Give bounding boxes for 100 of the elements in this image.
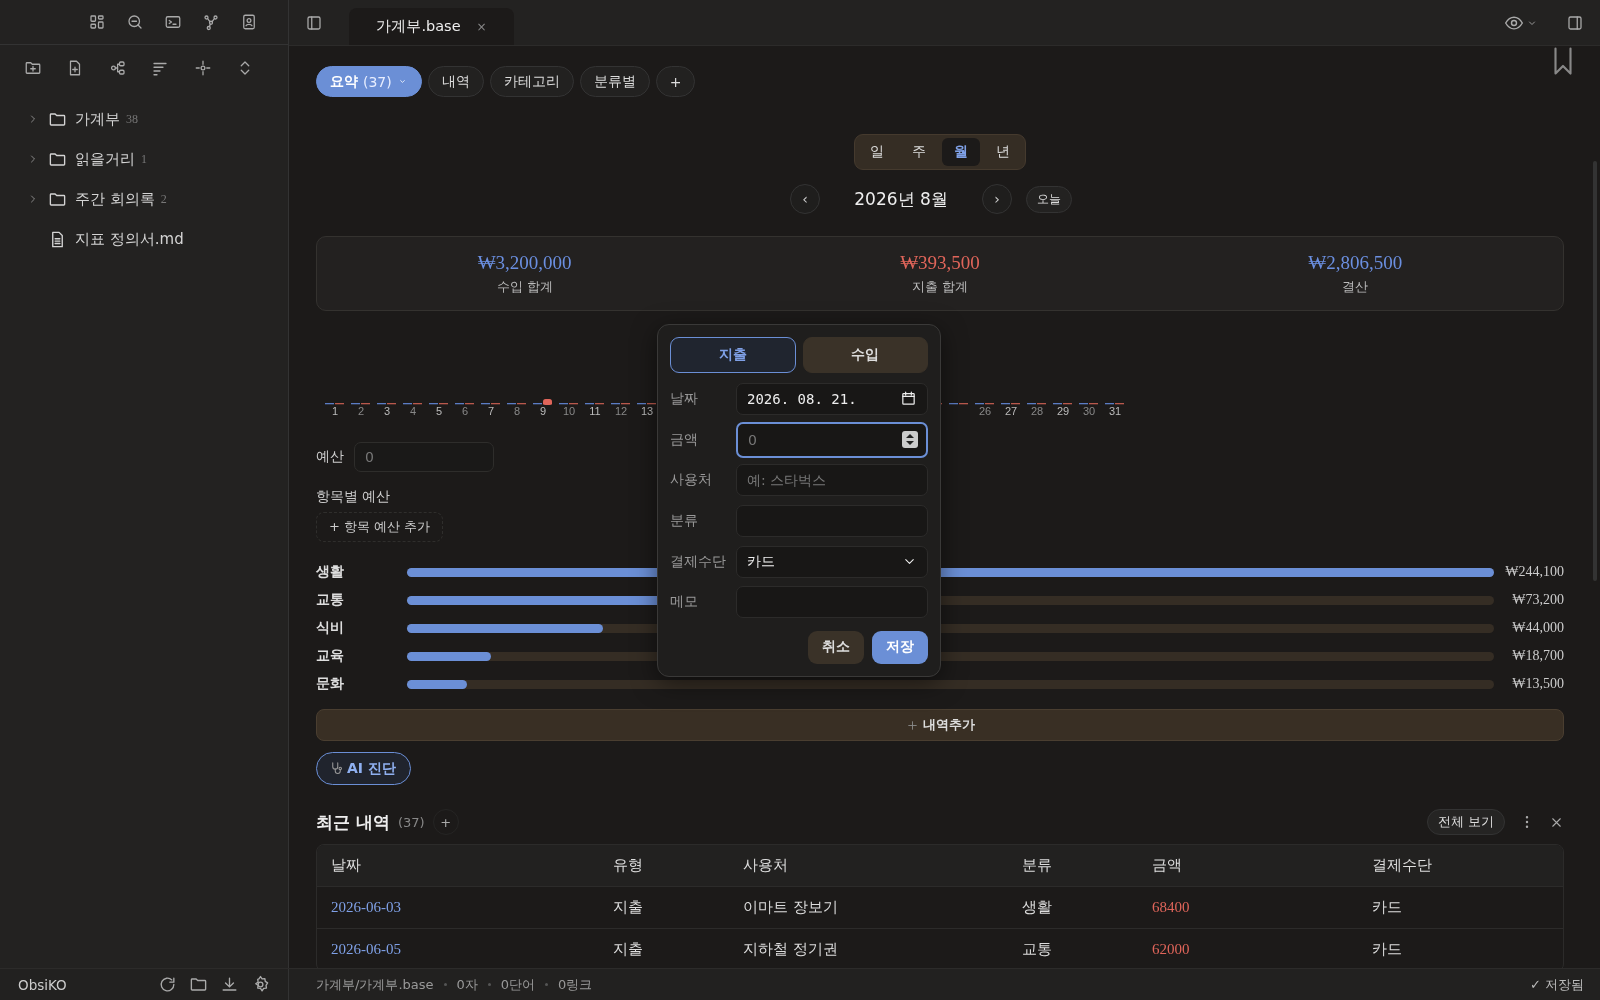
stethoscope-icon — [329, 761, 344, 776]
input-field[interactable]: 예: 스타벅스 — [736, 464, 928, 497]
date-field[interactable]: 2026. 08. 21. — [736, 382, 928, 415]
month-title: 2026년 8월 — [853, 187, 949, 211]
day-label: 6 — [460, 405, 470, 417]
stepper-icon[interactable] — [902, 431, 918, 449]
column-header: 유형 — [599, 845, 729, 886]
category-name: 교통 — [316, 591, 345, 609]
period-option[interactable]: 주 — [900, 138, 938, 166]
day-label: 5 — [434, 405, 444, 417]
refresh-icon[interactable] — [158, 975, 177, 994]
summary-amount: ₩393,500 — [900, 251, 980, 274]
day-label: 28 — [1029, 405, 1045, 417]
view-all-button[interactable]: 전체 보기 — [1427, 809, 1505, 835]
section-title: 최근 내역 — [316, 810, 390, 834]
period-option[interactable]: 년 — [984, 138, 1022, 166]
add-view-button[interactable]: + — [655, 66, 696, 97]
category-name: 식비 — [316, 619, 345, 637]
column-header: 사용처 — [729, 845, 1008, 886]
folder-name[interactable]: 가계부 — [75, 109, 120, 129]
graph-icon[interactable] — [202, 13, 220, 31]
table-cell-text: 2026-06-05 — [330, 941, 402, 958]
day-label: 26 — [977, 405, 993, 417]
section-title: 항목별 예산 — [316, 488, 391, 506]
field-label: 메모 — [670, 593, 699, 612]
link-count: 0링크 — [558, 975, 593, 994]
budget-label: 예산 — [316, 448, 344, 466]
period-option[interactable]: 일 — [858, 138, 896, 166]
table-cell-text: 지출 — [612, 940, 644, 959]
table-cell-text: 카드 — [1371, 898, 1403, 917]
folder-name[interactable]: 주간 회의록 — [75, 189, 155, 209]
input-field[interactable]: 0 — [736, 421, 928, 458]
crosshair-icon[interactable] — [193, 59, 212, 77]
day-label: 29 — [1055, 405, 1071, 417]
item-count: 38 — [126, 111, 138, 127]
folder-name[interactable]: 읽을거리 — [75, 149, 135, 169]
type-toggle[interactable]: 지출 — [670, 337, 796, 373]
document-tab[interactable]: 가계부.base × — [349, 8, 514, 45]
folder-icon[interactable] — [189, 975, 208, 994]
day-label: 12 — [613, 405, 629, 417]
add-budget-button[interactable]: + 항목 예산 추가 — [316, 512, 444, 542]
view-tab[interactable]: 내역 — [427, 66, 484, 97]
category-name: 문화 — [316, 675, 345, 693]
download-icon[interactable] — [220, 975, 239, 994]
grid-icon[interactable] — [88, 13, 106, 31]
view-tab[interactable]: 카테고리 — [489, 66, 574, 97]
day-label: 3 — [382, 405, 392, 417]
day-label: 27 — [1003, 405, 1019, 417]
day-label: 4 — [408, 405, 418, 417]
table-cell-text: 카드 — [1371, 940, 1403, 959]
period-option[interactable]: 월 — [942, 138, 980, 166]
contact-book-icon[interactable] — [240, 13, 258, 31]
search-icon[interactable] — [126, 13, 144, 31]
column-header: 금액 — [1138, 845, 1358, 886]
character-count: 0자 — [456, 975, 478, 994]
cancel-button[interactable]: 취소 — [808, 630, 864, 664]
category-amount: ₩244,100 — [1504, 564, 1564, 580]
calendar-icon[interactable] — [900, 390, 917, 408]
day-label: 30 — [1081, 405, 1097, 417]
nodes-icon[interactable] — [108, 59, 127, 77]
type-toggle[interactable]: 수입 — [802, 337, 928, 373]
file-name[interactable]: 지표 정의서.md — [75, 229, 184, 249]
column-header: 분류 — [1008, 845, 1138, 886]
summary-amount: ₩2,806,500 — [1308, 251, 1403, 274]
table-cell-text: 교통 — [1021, 940, 1053, 959]
word-count: 0단어 — [500, 975, 536, 994]
view-tab[interactable]: 분류별 — [579, 66, 650, 97]
field-label: 사용처 — [670, 471, 713, 490]
column-header: 날짜 — [317, 845, 599, 886]
budget-field[interactable]: 0 — [354, 442, 494, 472]
category-name: 교육 — [316, 647, 345, 665]
add-button[interactable]: + — [432, 809, 459, 835]
field-label: 날짜 — [670, 389, 699, 408]
summary-amount: ₩3,200,000 — [477, 251, 572, 274]
sidebar-toggle-icon[interactable] — [1566, 13, 1584, 32]
terminal-icon[interactable] — [164, 13, 182, 31]
today-button[interactable]: 오늘 — [1026, 185, 1072, 213]
close-tab-button[interactable]: × — [476, 19, 487, 34]
day-label: 13 — [639, 405, 655, 417]
item-count: 1 — [141, 151, 147, 167]
previous-button[interactable]: ‹ — [790, 184, 820, 214]
day-label: 10 — [561, 405, 577, 417]
field-label: 금액 — [670, 430, 699, 449]
day-label: 9 — [538, 405, 548, 417]
summary-label: 수입 합계 — [496, 278, 553, 296]
table-cell-text: 68400 — [1151, 899, 1191, 916]
day-label: 31 — [1107, 405, 1123, 417]
next-button[interactable]: › — [982, 184, 1012, 214]
category-amount: ₩44,000 — [1511, 620, 1564, 636]
day-label: 2 — [356, 405, 366, 417]
day-label: 8 — [512, 405, 522, 417]
sidebar-toggle-icon[interactable] — [305, 13, 323, 32]
item-count: (37) — [397, 814, 425, 830]
field-label: 분류 — [670, 512, 699, 530]
add-entry-button[interactable]: 내역추가 — [316, 709, 1564, 741]
category-amount: ₩73,200 — [1511, 592, 1564, 608]
ai-diagnosis-button[interactable]: AI 진단 — [316, 752, 411, 785]
select-field[interactable]: 카드 — [736, 545, 928, 578]
vault-name[interactable]: ObsiKO — [18, 976, 67, 993]
new-folder-icon[interactable] — [24, 59, 42, 77]
